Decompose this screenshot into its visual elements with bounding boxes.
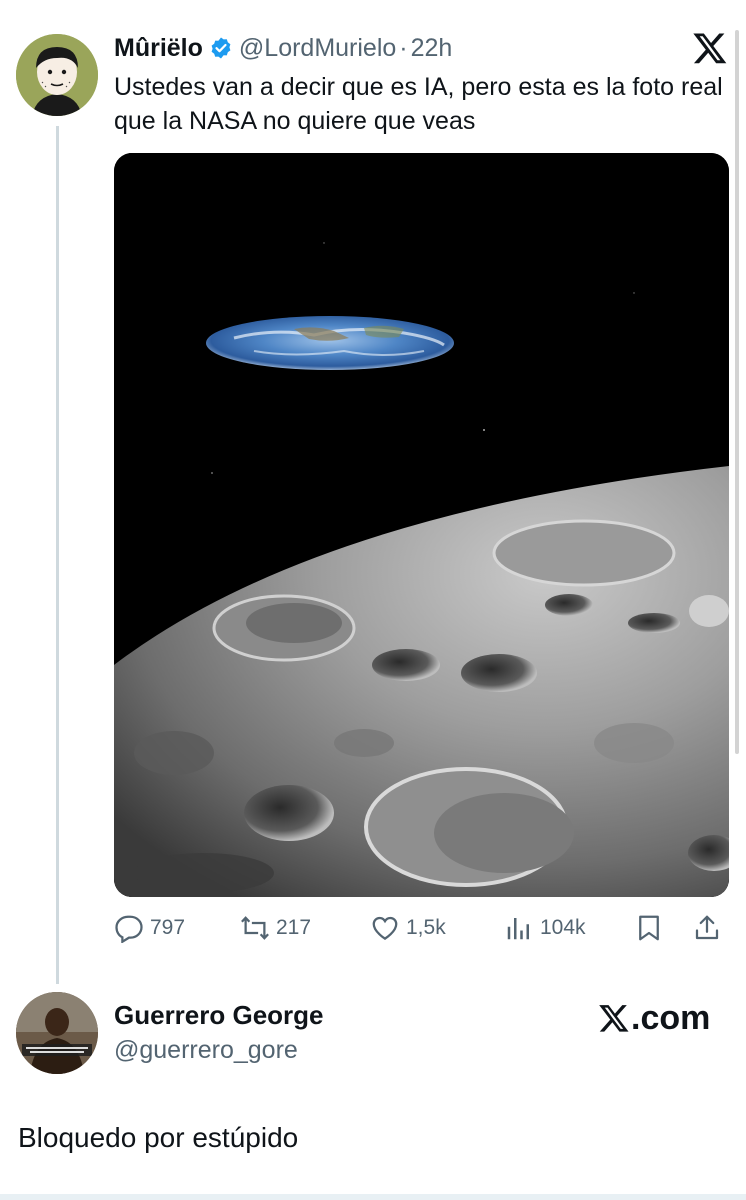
- separator-dot: ·: [399, 33, 408, 62]
- retweet-icon: [241, 916, 269, 940]
- share-icon: [695, 915, 719, 940]
- flat-earth-over-moon-image: [114, 153, 729, 897]
- views-count: 104k: [540, 916, 586, 939]
- x-logo-icon: [599, 1005, 629, 1032]
- heart-icon: [372, 916, 398, 940]
- tweet-timestamp[interactable]: 22h: [411, 34, 453, 63]
- reply-author-handle[interactable]: @guerrero_gore: [114, 1036, 298, 1065]
- retweet-count: 217: [276, 916, 312, 939]
- tweet-text: Ustedes van a decir que es IA, pero esta…: [114, 73, 723, 135]
- tweet-action-bar: 797 217 1,5k 104k: [114, 906, 726, 950]
- views-button[interactable]: 104k: [504, 906, 586, 950]
- retweet-button[interactable]: 217: [240, 906, 311, 950]
- bottom-edge-bar: [0, 1194, 746, 1200]
- scroll-indicator[interactable]: [735, 30, 739, 754]
- views-chart-icon: [507, 918, 529, 940]
- like-button[interactable]: 1,5k: [370, 906, 446, 950]
- reply-count: 797: [150, 916, 186, 939]
- photo-avatar-image: [16, 992, 98, 1074]
- share-button[interactable]: [692, 906, 728, 950]
- author-handle[interactable]: @LordMurielo: [239, 34, 396, 63]
- x-logo-icon[interactable]: [692, 30, 728, 66]
- bookmark-button[interactable]: [634, 906, 670, 950]
- bookmark-icon: [639, 915, 659, 941]
- reply-author-avatar[interactable]: [16, 992, 98, 1074]
- verified-badge-icon: [211, 37, 231, 59]
- caption-text: Bloquedo por estúpido: [18, 1122, 299, 1153]
- reply-icon: [115, 915, 143, 943]
- x-com-watermark: .com: [598, 996, 710, 1040]
- tweet-media-image[interactable]: [114, 153, 729, 897]
- x-com-text: .com: [631, 998, 711, 1037]
- author-display-name[interactable]: Mûriëlo: [114, 34, 203, 63]
- author-avatar[interactable]: [16, 34, 98, 116]
- thread-connector-line: [56, 126, 59, 984]
- tweet-header: Mûriëlo @LordMurielo · 22h: [114, 30, 452, 66]
- cartoon-avatar-image: [16, 34, 98, 116]
- reply-author-display-name[interactable]: Guerrero George: [114, 1000, 324, 1031]
- like-count: 1,5k: [406, 916, 446, 939]
- reply-button[interactable]: 797: [114, 906, 185, 950]
